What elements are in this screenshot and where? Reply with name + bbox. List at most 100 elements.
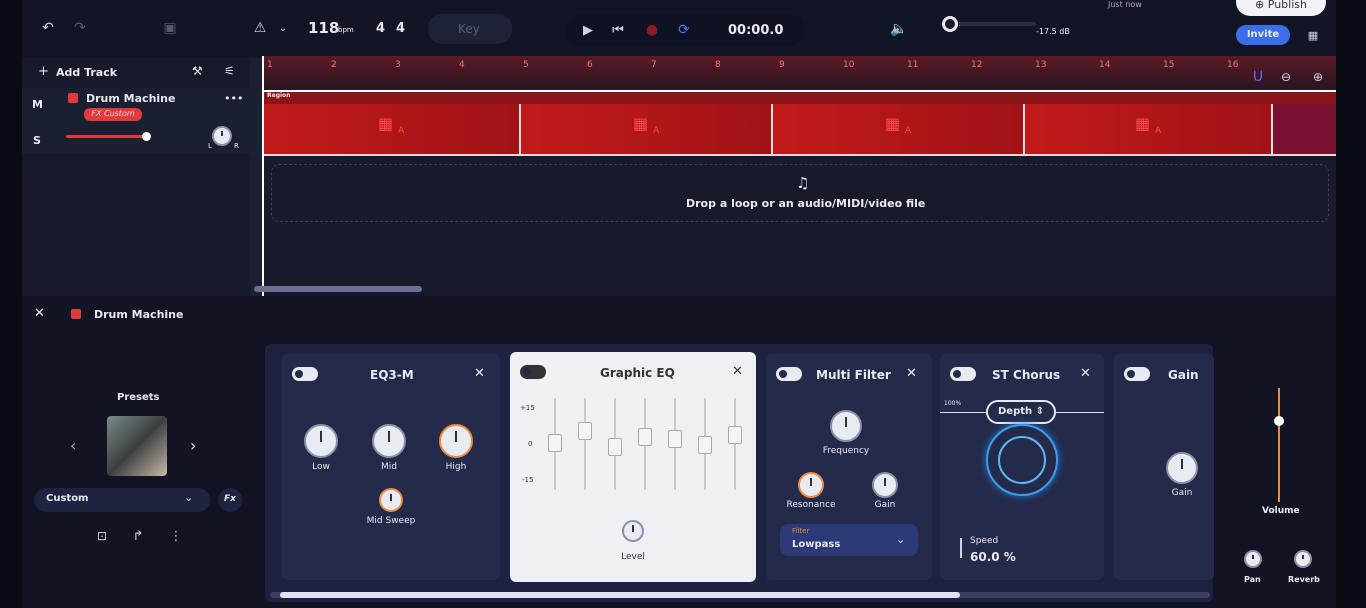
rack-scrollbar-thumb[interactable] bbox=[280, 592, 960, 598]
multi-filter-toggle[interactable] bbox=[776, 367, 802, 381]
preset-prev-icon[interactable]: ‹ bbox=[70, 436, 76, 455]
fx-button[interactable]: Fx bbox=[218, 488, 242, 512]
loop-icon[interactable]: ⟳ bbox=[674, 20, 694, 40]
depth-selector[interactable]: Depth ⇕ bbox=[986, 400, 1056, 424]
zoom-out-icon[interactable]: ⊖ bbox=[1278, 68, 1294, 86]
drop-zone[interactable] bbox=[271, 164, 1329, 222]
save-preset-icon[interactable]: ⊡ bbox=[92, 526, 112, 546]
filter-type-select[interactable]: Filter Lowpass ⌄ bbox=[780, 524, 918, 556]
resonance-knob[interactable] bbox=[798, 472, 824, 498]
eq-band-thumb[interactable] bbox=[578, 422, 592, 440]
gain-knob[interactable] bbox=[1166, 452, 1198, 484]
fx-badge[interactable]: FX Custom bbox=[84, 108, 142, 121]
chevron-down-icon[interactable]: ⌄ bbox=[276, 18, 290, 38]
eq-band-slider[interactable] bbox=[728, 398, 742, 490]
ruler-bar-7[interactable]: 7 bbox=[651, 60, 657, 70]
play-icon[interactable]: ▶ bbox=[578, 20, 598, 40]
track-volume-thumb[interactable] bbox=[142, 132, 151, 141]
pan-knob[interactable] bbox=[1244, 550, 1262, 568]
eq-band-thumb[interactable] bbox=[728, 426, 742, 444]
eq3-mid-knob[interactable] bbox=[372, 424, 406, 458]
ruler-bar-2[interactable]: 2 bbox=[331, 60, 337, 70]
timeline-ruler[interactable]: 1 2 3 4 5 6 7 8 9 10 11 12 13 14 15 16 bbox=[263, 56, 1336, 90]
track-name[interactable]: Drum Machine bbox=[86, 92, 175, 105]
chorus-toggle[interactable] bbox=[950, 367, 976, 381]
share-icon[interactable]: ↱ bbox=[128, 526, 148, 546]
ruler-bar-13[interactable]: 13 bbox=[1035, 60, 1046, 70]
undo-icon[interactable]: ↶ bbox=[38, 18, 58, 38]
gain-toggle[interactable] bbox=[1124, 367, 1150, 381]
graphic-eq-level-knob[interactable] bbox=[622, 520, 644, 542]
rack-scrollbar-track[interactable] bbox=[270, 592, 1210, 598]
ruler-bar-8[interactable]: 8 bbox=[715, 60, 721, 70]
eq-band-slider[interactable] bbox=[578, 398, 592, 490]
multi-filter-close-icon[interactable]: ✕ bbox=[906, 366, 917, 381]
region-clip[interactable]: ▦ A bbox=[263, 104, 521, 156]
eq-band-thumb[interactable] bbox=[668, 430, 682, 448]
solo-button[interactable]: S bbox=[33, 134, 41, 147]
more-vertical-icon[interactable]: ⋮ bbox=[166, 526, 186, 546]
track-header-drum-machine[interactable]: M S Drum Machine FX Custom ••• L R bbox=[22, 88, 250, 154]
ruler-bar-16[interactable]: 16 bbox=[1227, 60, 1238, 70]
mute-button[interactable]: M bbox=[32, 98, 43, 111]
preset-next-icon[interactable]: › bbox=[190, 436, 196, 455]
eq-band-slider[interactable] bbox=[698, 398, 712, 490]
record-icon[interactable]: ● bbox=[642, 20, 662, 40]
frequency-knob[interactable] bbox=[830, 410, 862, 442]
playhead[interactable] bbox=[262, 56, 264, 296]
bpm-value[interactable]: 118 bbox=[308, 19, 339, 37]
ruler-bar-14[interactable]: 14 bbox=[1099, 60, 1110, 70]
invite-button[interactable]: Invite bbox=[1236, 25, 1290, 45]
ruler-bar-11[interactable]: 11 bbox=[907, 60, 918, 70]
ruler-bar-12[interactable]: 12 bbox=[971, 60, 982, 70]
redo-icon[interactable]: ↷ bbox=[70, 18, 90, 38]
ruler-bar-15[interactable]: 15 bbox=[1163, 60, 1174, 70]
ruler-bar-10[interactable]: 10 bbox=[843, 60, 854, 70]
ruler-bar-5[interactable]: 5 bbox=[523, 60, 529, 70]
time-signature-top[interactable]: 4 bbox=[376, 21, 385, 36]
more-options-icon[interactable]: ••• bbox=[224, 92, 243, 105]
publish-button[interactable]: ⊕ Publish bbox=[1236, 0, 1326, 16]
track-volume-slider[interactable] bbox=[66, 132, 151, 141]
graphic-eq-toggle[interactable] bbox=[520, 365, 546, 379]
eq-band-thumb[interactable] bbox=[548, 434, 562, 452]
ruler-bar-1[interactable]: 1 bbox=[267, 60, 273, 70]
master-volume-thumb[interactable] bbox=[942, 16, 958, 32]
eq3-high-knob[interactable] bbox=[439, 424, 473, 458]
eq-band-thumb[interactable] bbox=[698, 436, 712, 454]
eq-band-slider[interactable] bbox=[638, 398, 652, 490]
eq-band-thumb[interactable] bbox=[608, 438, 622, 456]
add-track-button[interactable]: Add Track bbox=[56, 66, 117, 79]
region-clip[interactable]: ▦ A bbox=[773, 104, 1025, 156]
ruler-bar-9[interactable]: 9 bbox=[779, 60, 785, 70]
track-pan-knob[interactable] bbox=[212, 126, 232, 146]
region-clip[interactable]: ▦ A bbox=[521, 104, 773, 156]
region-clip[interactable] bbox=[1273, 104, 1336, 156]
chorus-close-icon[interactable]: ✕ bbox=[1080, 366, 1091, 381]
filter-icon[interactable]: ⚟ bbox=[224, 64, 235, 78]
ruler-bar-3[interactable]: 3 bbox=[395, 60, 401, 70]
graphic-eq-close-icon[interactable]: ✕ bbox=[732, 364, 743, 379]
master-volume-slider[interactable] bbox=[942, 16, 1036, 32]
eq3-low-knob[interactable] bbox=[304, 424, 338, 458]
eq-band-slider[interactable] bbox=[548, 398, 562, 490]
calendar-icon[interactable]: ▦ bbox=[1304, 26, 1322, 44]
speed-value[interactable]: 60.0 % bbox=[970, 550, 1016, 564]
filter-gain-knob[interactable] bbox=[872, 472, 898, 498]
skip-back-icon[interactable]: ⏮ bbox=[608, 20, 628, 40]
preset-thumbnail[interactable] bbox=[107, 416, 167, 476]
eq-band-slider[interactable] bbox=[608, 398, 622, 490]
key-selector[interactable]: Key bbox=[428, 14, 512, 44]
preset-select[interactable]: Custom ⌄ bbox=[34, 488, 210, 512]
time-signature-bottom[interactable]: 4 bbox=[396, 21, 405, 36]
add-track-icon[interactable]: + bbox=[38, 64, 49, 79]
ruler-bar-4[interactable]: 4 bbox=[459, 60, 465, 70]
timeline-scrollbar[interactable] bbox=[254, 286, 422, 292]
eq3-mid-sweep-knob[interactable] bbox=[379, 488, 403, 512]
speaker-icon[interactable]: 🔈 bbox=[888, 18, 910, 40]
zoom-in-icon[interactable]: ⊕ bbox=[1310, 68, 1326, 86]
metronome-icon[interactable]: ⚠ bbox=[250, 18, 270, 38]
eq-band-slider[interactable] bbox=[668, 398, 682, 490]
region-clip[interactable]: ▦ A bbox=[1025, 104, 1273, 156]
eq3-toggle[interactable] bbox=[292, 367, 318, 381]
